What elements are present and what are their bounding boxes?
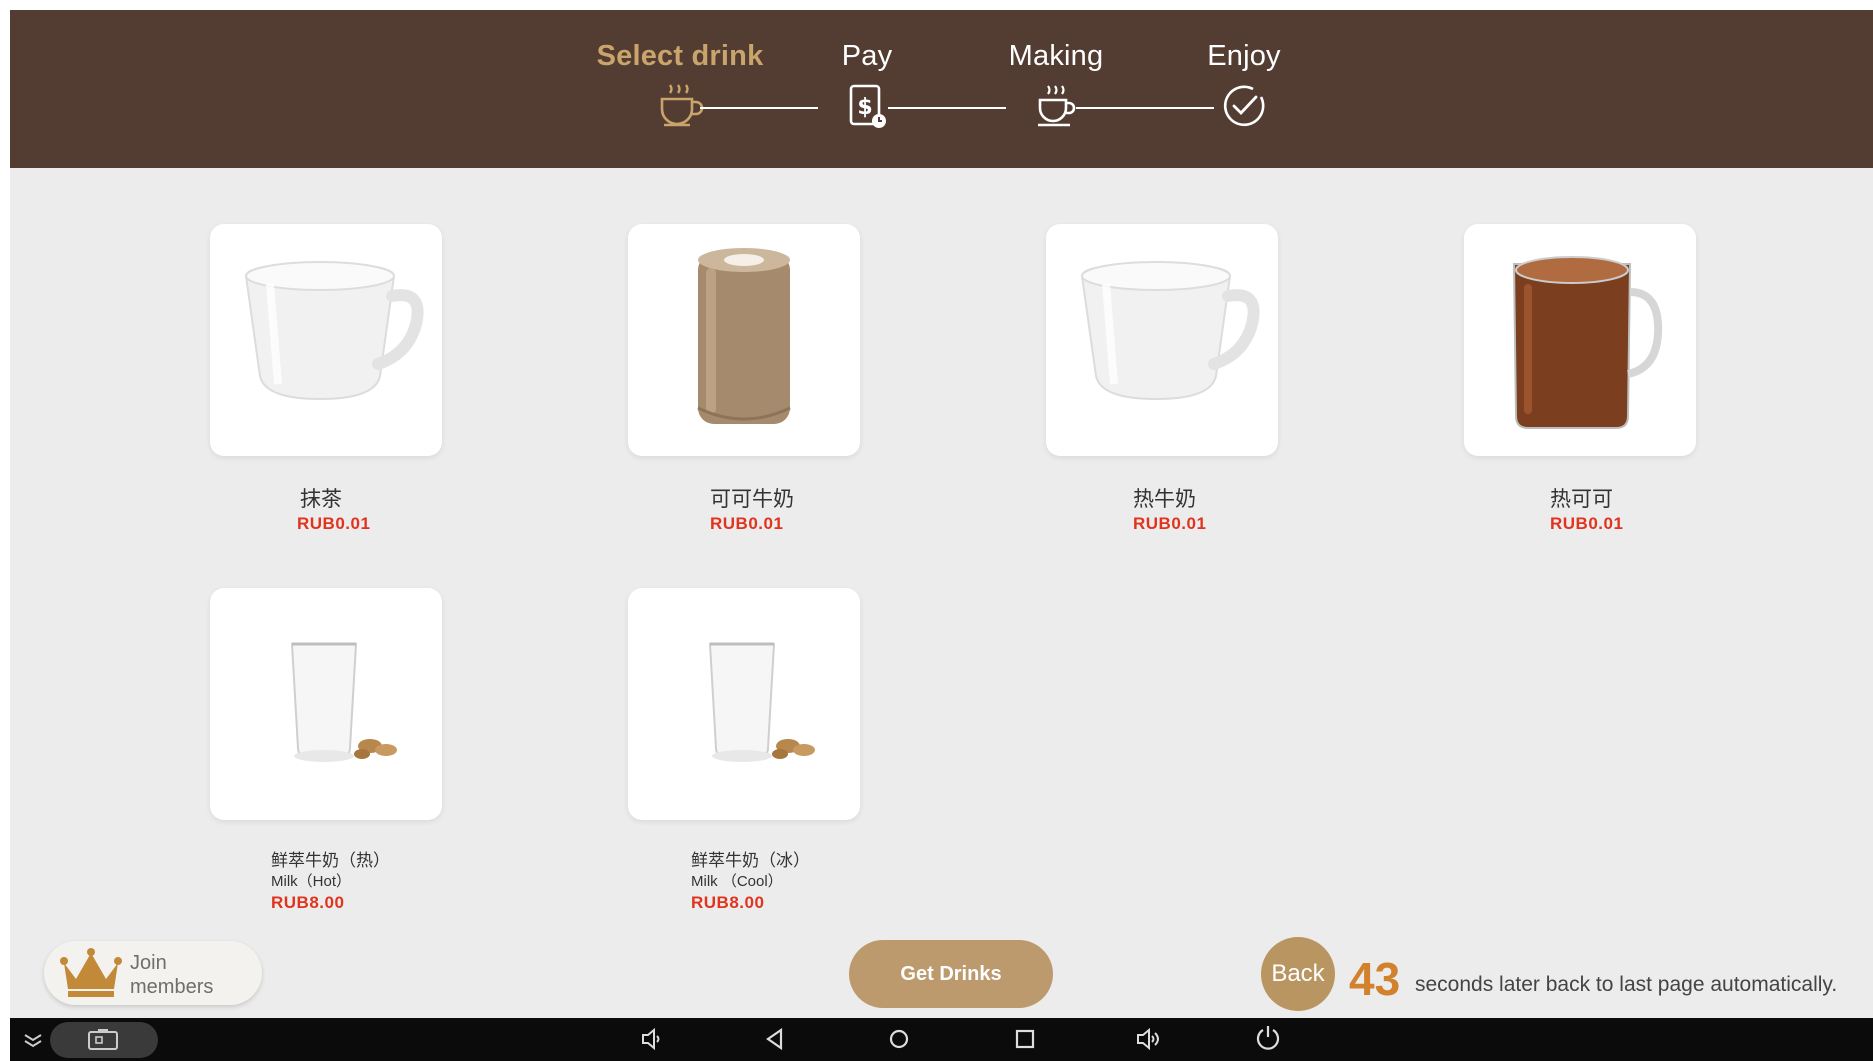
back-button[interactable]: Back	[1261, 937, 1335, 1011]
progress-header: Select drink Pay $ Making Enjoy	[10, 10, 1873, 168]
step-enjoy: Enjoy	[1154, 40, 1334, 129]
milk-glass-image	[290, 642, 397, 762]
step-select-drink: Select drink	[590, 40, 770, 127]
join-members-label: Join members	[130, 951, 213, 999]
drink-name: 抹茶	[300, 488, 342, 511]
coffee-cup-icon	[660, 84, 704, 127]
step-making: Making	[966, 40, 1146, 129]
white-mug-image	[244, 261, 424, 401]
drink-name: 可可牛奶	[710, 488, 794, 511]
drink-name: 鲜萃牛奶（冰）	[691, 851, 810, 870]
drink-card-cocoa-milk[interactable]	[628, 224, 860, 456]
get-drinks-button[interactable]: Get Drinks	[849, 940, 1053, 1008]
drink-name: 鲜萃牛奶（热）	[271, 851, 390, 870]
cocoa-glass-mug-image	[1512, 256, 1663, 429]
drink-subtitle: Milk（Hot）	[271, 873, 352, 890]
drink-card-milk-cool[interactable]	[628, 588, 860, 820]
check-circle-icon	[1223, 85, 1265, 127]
join-line-1: Join	[130, 952, 167, 974]
back-icon[interactable]	[762, 1026, 788, 1052]
drink-price: RUB0.01	[297, 514, 371, 533]
join-line-2: members	[130, 976, 214, 998]
drink-price: RUB0.01	[710, 514, 784, 533]
drink-name: 热可可	[1550, 488, 1613, 511]
cocoa-milk-glass-image	[697, 248, 791, 424]
payment-icon: $	[849, 84, 886, 128]
drink-card-milk-hot[interactable]	[210, 588, 442, 820]
step-pay: Pay $	[777, 40, 957, 129]
system-nav-bar	[10, 1018, 1873, 1061]
white-mug-image	[1080, 261, 1260, 401]
home-icon[interactable]	[886, 1026, 912, 1052]
crown-icon	[60, 948, 122, 997]
volume-down-icon[interactable]	[638, 1026, 664, 1052]
svg-text:$: $	[857, 95, 872, 120]
milk-glass-image	[708, 642, 815, 762]
drink-subtitle: Milk （Cool）	[691, 873, 783, 890]
volume-up-icon[interactable]	[1134, 1026, 1164, 1052]
drink-price: RUB0.01	[1133, 514, 1207, 533]
countdown-number: 43	[1349, 953, 1401, 1005]
step-label: Enjoy	[1207, 40, 1281, 72]
power-icon[interactable]	[1254, 1024, 1282, 1052]
step-label: Making	[1008, 40, 1104, 72]
drink-price: RUB8.00	[691, 893, 765, 912]
drink-price: RUB8.00	[271, 893, 345, 912]
app-screen: Select drink Pay $ Making Enjoy 抹茶 RUB0.…	[10, 10, 1873, 1061]
step-label: Pay	[841, 40, 893, 72]
recents-icon[interactable]	[1012, 1026, 1038, 1052]
expand-icon[interactable]	[22, 1026, 44, 1052]
drink-card-hot-milk[interactable]	[1046, 224, 1278, 456]
join-members-button[interactable]: Join members	[44, 941, 262, 1005]
steaming-cup-icon	[1038, 85, 1076, 127]
drink-card-matcha[interactable]	[210, 224, 442, 456]
screenshot-icon	[88, 1029, 118, 1050]
drink-card-hot-cocoa[interactable]	[1464, 224, 1696, 456]
step-label: Select drink	[596, 40, 764, 72]
screenshot-button[interactable]	[50, 1022, 158, 1058]
countdown-message: seconds later back to last page automati…	[1415, 973, 1838, 996]
drink-name: 热牛奶	[1133, 488, 1196, 511]
drink-price: RUB0.01	[1550, 514, 1624, 533]
